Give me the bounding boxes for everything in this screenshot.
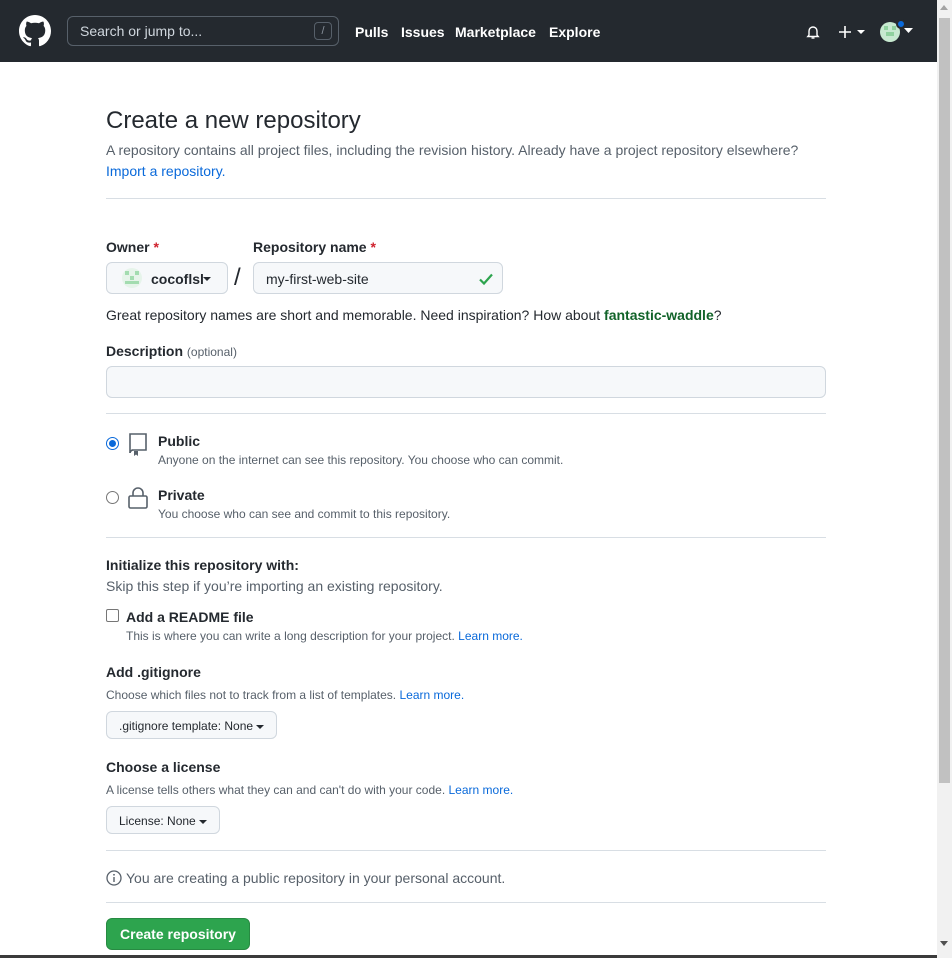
- scroll-down-arrow-icon[interactable]: [940, 941, 948, 946]
- page-subtitle: A repository contains all project files,…: [106, 142, 799, 158]
- readme-description-text: This is where you can write a long descr…: [126, 629, 455, 643]
- readme-checkbox[interactable]: [106, 609, 119, 622]
- chevron-down-icon: [256, 724, 265, 729]
- gitignore-learn-more-link[interactable]: Learn more.: [399, 688, 464, 702]
- gitignore-select-value: .gitignore template: None: [119, 719, 254, 733]
- nav-marketplace[interactable]: Marketplace: [455, 24, 536, 40]
- repository-name-value: my-first-web-site: [266, 271, 369, 287]
- public-radio[interactable]: [106, 437, 119, 450]
- chevron-down-icon: [199, 819, 208, 824]
- required-mark: *: [153, 239, 159, 255]
- license-description-text: A license tells others what they can and…: [106, 783, 446, 797]
- license-heading: Choose a license: [106, 759, 221, 775]
- bell-icon[interactable]: [805, 24, 821, 40]
- lock-icon: [128, 487, 148, 509]
- info-icon: [106, 870, 122, 886]
- create-repository-button[interactable]: Create repository: [106, 918, 250, 950]
- github-logo-icon[interactable]: [19, 15, 51, 47]
- readme-description: This is where you can write a long descr…: [126, 629, 523, 643]
- repository-name-input[interactable]: my-first-web-site: [253, 262, 503, 294]
- init-heading: Initialize this repository with:: [106, 557, 299, 573]
- repo-name-label: Repository name *: [253, 239, 376, 255]
- search-input[interactable]: Search or jump to... /: [67, 16, 339, 46]
- footer-info: You are creating a public repository in …: [126, 870, 506, 886]
- repo-name-label-text: Repository name: [253, 239, 367, 255]
- owner-name: cocoflsl: [151, 271, 204, 287]
- gitignore-select[interactable]: .gitignore template: None: [106, 711, 278, 739]
- owner-label: Owner *: [106, 239, 159, 255]
- page-scrollbar[interactable]: [937, 0, 952, 958]
- avatar-caret-icon[interactable]: [904, 28, 913, 34]
- required-mark: *: [370, 239, 376, 255]
- page-title: Create a new repository: [106, 107, 361, 134]
- license-select-value: License: None: [119, 814, 196, 828]
- divider: [106, 537, 826, 538]
- description-label: Description (optional): [106, 343, 237, 359]
- scrollbar-thumb[interactable]: [939, 18, 950, 783]
- import-repository-link[interactable]: Import a repository.: [106, 163, 226, 179]
- init-subtext: Skip this step if you’re importing an ex…: [106, 578, 443, 594]
- private-radio[interactable]: [106, 491, 119, 504]
- private-description: You choose who can see and commit to thi…: [158, 507, 451, 521]
- repo-book-icon: [129, 433, 147, 456]
- private-label[interactable]: Private: [158, 487, 205, 503]
- owner-select[interactable]: cocoflsl: [106, 262, 228, 294]
- public-label[interactable]: Public: [158, 433, 200, 449]
- gitignore-description-text: Choose which files not to track from a l…: [106, 688, 397, 702]
- owner-label-text: Owner: [106, 239, 150, 255]
- description-optional: (optional): [186, 345, 237, 359]
- license-learn-more-link[interactable]: Learn more.: [449, 783, 514, 797]
- nav-explore[interactable]: Explore: [549, 24, 600, 40]
- search-shortcut-key: /: [314, 22, 332, 40]
- check-icon: [479, 273, 493, 286]
- nav-pulls[interactable]: Pulls: [355, 24, 388, 40]
- owner-repo-separator: /: [234, 264, 241, 291]
- owner-avatar: [122, 268, 142, 288]
- license-select[interactable]: License: None: [106, 806, 221, 834]
- owner-identicon: [125, 271, 139, 284]
- top-header: Search or jump to... / Pulls Issues Mark…: [0, 0, 937, 62]
- divider: [106, 902, 826, 903]
- divider: [106, 198, 826, 199]
- plus-dropdown-icon[interactable]: [838, 24, 866, 40]
- readme-learn-more-link[interactable]: Learn more.: [458, 629, 523, 643]
- divider: [106, 850, 826, 851]
- license-description: A license tells others what they can and…: [106, 783, 513, 797]
- gitignore-heading: Add .gitignore: [106, 664, 201, 680]
- name-hint-text: Great repository names are short and mem…: [106, 307, 601, 323]
- name-hint: Great repository names are short and mem…: [106, 307, 722, 323]
- name-hint-end: ?: [713, 307, 722, 323]
- description-label-text: Description: [106, 343, 184, 359]
- nav-issues[interactable]: Issues: [401, 24, 445, 40]
- scroll-up-arrow-icon[interactable]: [940, 5, 948, 10]
- gitignore-description: Choose which files not to track from a l…: [106, 688, 464, 702]
- divider: [106, 413, 826, 414]
- description-input[interactable]: [106, 366, 826, 398]
- chevron-down-icon: [203, 277, 211, 281]
- name-suggestion-link[interactable]: fantastic-waddle: [604, 307, 714, 323]
- readme-label[interactable]: Add a README file: [126, 609, 254, 625]
- search-placeholder: Search or jump to...: [80, 23, 203, 39]
- public-description: Anyone on the internet can see this repo…: [158, 453, 564, 467]
